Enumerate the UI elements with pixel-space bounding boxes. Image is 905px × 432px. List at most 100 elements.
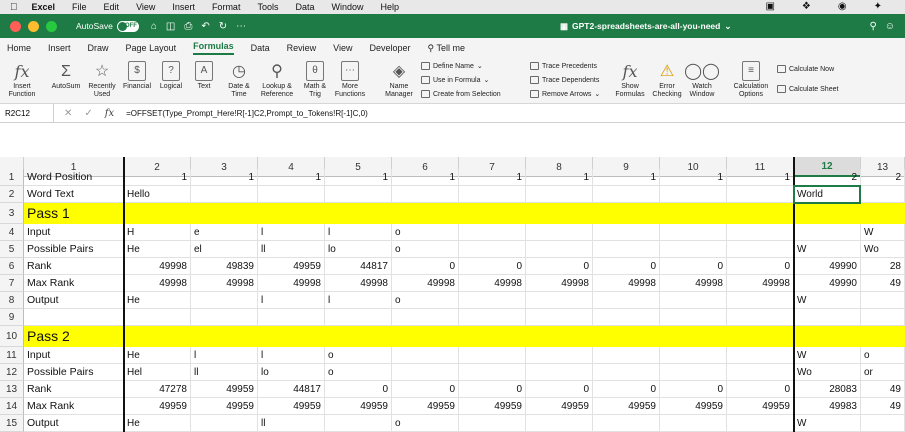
- cell[interactable]: 49998: [392, 275, 459, 292]
- cell[interactable]: 49959: [258, 398, 325, 415]
- cell[interactable]: [325, 186, 392, 203]
- cell[interactable]: 2: [794, 169, 861, 186]
- cell[interactable]: 1: [258, 169, 325, 186]
- cell[interactable]: [727, 241, 794, 258]
- cell[interactable]: l: [258, 292, 325, 309]
- save-icon[interactable]: ◫: [166, 21, 175, 32]
- row-header[interactable]: 2: [0, 186, 24, 203]
- menu-window[interactable]: Window: [331, 2, 363, 12]
- fx-icon[interactable]: fx: [105, 108, 114, 119]
- tab-tell-me[interactable]: ⚲ Tell me: [428, 43, 482, 54]
- cell[interactable]: 49959: [727, 398, 794, 415]
- cell[interactable]: ll: [258, 241, 325, 258]
- cell[interactable]: 1: [124, 169, 191, 186]
- cell[interactable]: [325, 326, 392, 347]
- row-label-cell[interactable]: Max Rank: [24, 275, 124, 292]
- cell[interactable]: [459, 415, 526, 432]
- cell[interactable]: [191, 415, 258, 432]
- row-label-cell[interactable]: Possible Pairs: [24, 241, 124, 258]
- cell[interactable]: [727, 292, 794, 309]
- row-label-cell[interactable]: Output: [24, 415, 124, 432]
- cell[interactable]: [660, 224, 727, 241]
- cell[interactable]: [593, 326, 660, 347]
- row-label-cell[interactable]: Pass 1: [24, 203, 124, 224]
- row-header[interactable]: 9: [0, 309, 24, 326]
- cell[interactable]: Wo: [794, 364, 861, 381]
- cell[interactable]: [124, 326, 191, 347]
- minimize-window-button[interactable]: [28, 20, 39, 32]
- row-header[interactable]: 14: [0, 398, 24, 415]
- menu-format[interactable]: Format: [212, 2, 241, 12]
- trace-dependents-button[interactable]: Trace Dependents: [530, 76, 599, 84]
- cell[interactable]: W: [861, 224, 905, 241]
- cell[interactable]: o: [861, 347, 905, 364]
- tab-page-layout[interactable]: Page Layout: [126, 43, 177, 53]
- row-header[interactable]: 3: [0, 203, 24, 224]
- cell[interactable]: H: [124, 224, 191, 241]
- cell[interactable]: lo: [325, 241, 392, 258]
- logical-button[interactable]: ? Logical: [156, 61, 186, 91]
- cancel-icon[interactable]: ✕: [64, 108, 72, 119]
- cell[interactable]: 49983: [794, 398, 861, 415]
- print-icon[interactable]: ⎙: [184, 21, 192, 32]
- row-header[interactable]: 7: [0, 275, 24, 292]
- cell[interactable]: o: [325, 347, 392, 364]
- camera-icon[interactable]: ▣: [765, 1, 774, 12]
- search-icon[interactable]: ⚲: [869, 21, 876, 32]
- financial-button[interactable]: $ Financial: [120, 61, 154, 91]
- cell[interactable]: [124, 203, 191, 224]
- cell[interactable]: [191, 203, 258, 224]
- cell[interactable]: [593, 203, 660, 224]
- cell[interactable]: [191, 292, 258, 309]
- cell[interactable]: 44817: [325, 258, 392, 275]
- cell[interactable]: [526, 292, 593, 309]
- cell[interactable]: [794, 309, 861, 326]
- cell[interactable]: 28: [861, 258, 905, 275]
- cell[interactable]: 0: [526, 258, 593, 275]
- row-label-cell[interactable]: Pass 2: [24, 326, 124, 347]
- document-title[interactable]: ▦ GPT2-spreadsheets-are-all-you-need ⌄: [560, 21, 731, 32]
- cell[interactable]: [727, 224, 794, 241]
- cell[interactable]: [660, 309, 727, 326]
- calculate-now-button[interactable]: Calculate Now: [777, 65, 834, 73]
- row-label-cell[interactable]: Max Rank: [24, 398, 124, 415]
- cell[interactable]: 49998: [727, 275, 794, 292]
- trace-precedents-button[interactable]: Trace Precedents: [530, 62, 597, 70]
- name-box[interactable]: R2C12: [0, 103, 54, 123]
- row-label-cell[interactable]: Rank: [24, 258, 124, 275]
- cell[interactable]: [727, 415, 794, 432]
- cell[interactable]: [660, 292, 727, 309]
- cell[interactable]: [660, 415, 727, 432]
- cell[interactable]: [258, 186, 325, 203]
- row-header[interactable]: 4: [0, 224, 24, 241]
- cell[interactable]: [727, 203, 794, 224]
- cell[interactable]: 49959: [258, 258, 325, 275]
- text-button[interactable]: A Text: [190, 61, 218, 91]
- cell[interactable]: 44817: [258, 381, 325, 398]
- calculate-sheet-button[interactable]: Calculate Sheet: [777, 85, 838, 93]
- cell[interactable]: o: [392, 415, 459, 432]
- tab-data[interactable]: Data: [251, 43, 270, 53]
- tab-home[interactable]: Home: [7, 43, 31, 53]
- cell[interactable]: 1: [660, 169, 727, 186]
- cell[interactable]: World: [794, 186, 861, 203]
- cell[interactable]: [459, 347, 526, 364]
- cell[interactable]: 49959: [191, 381, 258, 398]
- cell[interactable]: 0: [727, 258, 794, 275]
- cell[interactable]: 49998: [124, 275, 191, 292]
- cell[interactable]: 49998: [459, 275, 526, 292]
- cell[interactable]: [392, 203, 459, 224]
- cell[interactable]: 0: [325, 381, 392, 398]
- row-header[interactable]: 15: [0, 415, 24, 432]
- cell[interactable]: [593, 309, 660, 326]
- cell[interactable]: el: [191, 241, 258, 258]
- cell[interactable]: [258, 309, 325, 326]
- cell[interactable]: [392, 326, 459, 347]
- row-label-cell[interactable]: Rank: [24, 381, 124, 398]
- cell[interactable]: [258, 326, 325, 347]
- row-label-cell[interactable]: [24, 309, 124, 326]
- row-label-cell[interactable]: Input: [24, 224, 124, 241]
- cell[interactable]: l: [258, 224, 325, 241]
- cell[interactable]: [526, 364, 593, 381]
- cell[interactable]: 1: [325, 169, 392, 186]
